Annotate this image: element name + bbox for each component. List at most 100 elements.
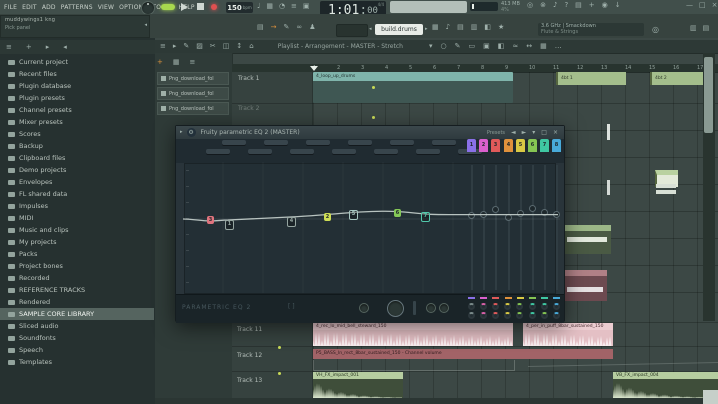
grid-icon[interactable]: ▣ bbox=[483, 43, 490, 50]
eq-band-slider-track[interactable] bbox=[508, 165, 510, 290]
countdown-icon[interactable]: ◔ bbox=[279, 3, 285, 10]
eq-band-marker-1[interactable]: 1 bbox=[225, 220, 234, 230]
eq-band-slider-knob[interactable] bbox=[553, 211, 560, 218]
browser-item-templates[interactable]: Templates bbox=[0, 356, 154, 368]
eq-band-tab-1[interactable]: 1 bbox=[467, 139, 476, 152]
plugin-detach-icon[interactable]: □ bbox=[541, 130, 547, 136]
eq-band-slider-track[interactable] bbox=[544, 165, 546, 290]
browser-item-speech[interactable]: Speech bbox=[0, 344, 154, 356]
track-header-12[interactable]: Track 12 bbox=[237, 353, 262, 360]
eq-band-q-knob[interactable] bbox=[480, 312, 487, 319]
plugin-picker-icon[interactable]: ★ bbox=[498, 24, 504, 31]
browser-item-channel-presets[interactable]: Channel presets bbox=[0, 104, 154, 116]
playlist-toggle-icon[interactable]: ▦ bbox=[432, 24, 439, 31]
automation-region[interactable] bbox=[313, 360, 515, 371]
eq-band-q-knob[interactable] bbox=[516, 312, 523, 319]
eq-band-order-slider[interactable] bbox=[413, 301, 416, 315]
smooth-icon[interactable]: ≈ bbox=[512, 43, 518, 50]
eq-band-slider-track[interactable] bbox=[483, 165, 485, 290]
channel-rack-toggle-icon[interactable]: ▤ bbox=[457, 24, 464, 31]
audio-clip[interactable]: 4_rec_lo_mid_bell_steward_150 bbox=[313, 323, 513, 346]
eq-band-q-knob[interactable] bbox=[541, 312, 548, 319]
eq-band-slider-knob[interactable] bbox=[492, 206, 499, 213]
eq-band-slider-knob[interactable] bbox=[468, 212, 475, 219]
pencil-icon[interactable]: ✎ bbox=[455, 43, 461, 50]
preview-spinner-icon[interactable]: ◂ bbox=[144, 23, 147, 28]
pattern-clip[interactable]: 4bt 1 bbox=[556, 72, 626, 85]
preset-next-icon[interactable]: ► bbox=[522, 130, 527, 136]
zoom-tool-icon[interactable]: ↕ bbox=[236, 43, 242, 50]
plugin-menu-icon[interactable]: ▾ bbox=[532, 130, 535, 136]
eq-band-slider-track[interactable] bbox=[556, 165, 558, 290]
eq-band-q-knob[interactable] bbox=[468, 312, 475, 319]
audio-clip[interactable]: VH_FX_impact_001 bbox=[313, 372, 403, 398]
add-icon[interactable]: + bbox=[589, 2, 595, 9]
browser-collapse-icon[interactable]: ▸ bbox=[46, 44, 50, 51]
browser-item-music-and-clips[interactable]: Music and clips bbox=[0, 224, 154, 236]
eq-display[interactable] bbox=[184, 163, 556, 294]
plugin-close-icon[interactable]: × bbox=[553, 130, 558, 136]
playlist-menu-icon[interactable]: ≡ bbox=[160, 43, 166, 50]
eq-band-tab-4[interactable]: 4 bbox=[504, 139, 513, 152]
eq-band-tab-2[interactable]: 2 bbox=[479, 139, 488, 152]
track-mute-led[interactable] bbox=[278, 346, 281, 349]
eq-band-width-pill[interactable] bbox=[416, 149, 440, 154]
browser-menu-icon[interactable]: ≡ bbox=[6, 44, 12, 51]
save-icon[interactable]: ▤ bbox=[257, 24, 264, 31]
browser-item-plugin-database[interactable]: Plugin database bbox=[0, 80, 154, 92]
draw-tool-icon[interactable]: ▸ bbox=[173, 43, 177, 50]
eq-band-type-pill[interactable] bbox=[222, 140, 246, 145]
snap-icon[interactable]: ▾ bbox=[429, 43, 433, 50]
eq-band-slider-track[interactable] bbox=[495, 165, 497, 290]
eq-band-type-pill[interactable] bbox=[348, 140, 372, 145]
track-mute-led[interactable] bbox=[372, 86, 375, 89]
playlist-position-slider[interactable] bbox=[470, 2, 498, 11]
browser-item-recent-files[interactable]: Recent files bbox=[0, 68, 154, 80]
eq-band-type-pill[interactable] bbox=[306, 140, 330, 145]
browser-item-fl-shared-data[interactable]: FL shared data bbox=[0, 188, 154, 200]
wait-input-icon[interactable]: ▦ bbox=[266, 3, 273, 10]
eq-bracket-icon[interactable]: [ ] bbox=[288, 304, 295, 310]
playhead-marker[interactable] bbox=[310, 66, 318, 71]
eq-band-slider-knob[interactable] bbox=[517, 210, 524, 217]
delete-tool-icon[interactable]: ▨ bbox=[196, 43, 203, 50]
help-icon[interactable]: ? bbox=[564, 2, 568, 9]
eq-band-slider-track[interactable] bbox=[471, 165, 473, 290]
track-header-1[interactable]: Track 1 bbox=[238, 76, 259, 83]
blend-notes-icon[interactable]: ≡ bbox=[291, 3, 297, 10]
pattern-next-icon[interactable]: ▸ bbox=[425, 27, 428, 32]
mixer-toggle-icon[interactable]: ▥ bbox=[471, 24, 478, 31]
eq-band-tab-6[interactable]: 6 bbox=[528, 139, 537, 152]
slice-tool-icon[interactable]: ✂ bbox=[210, 43, 216, 50]
track-mute-led[interactable] bbox=[278, 372, 281, 375]
eq-band-marker-2[interactable]: 2 bbox=[324, 213, 331, 221]
browser-back-icon[interactable]: ◂ bbox=[63, 44, 67, 51]
close-button[interactable]: × bbox=[712, 2, 718, 9]
panel-icon-a[interactable]: ▥ bbox=[690, 25, 697, 32]
panel-icon-b[interactable]: ▤ bbox=[703, 25, 710, 32]
eq-main-level-knob[interactable] bbox=[387, 300, 404, 317]
eq-band-width-pill[interactable] bbox=[290, 149, 314, 154]
minimize-button[interactable]: — bbox=[686, 2, 693, 9]
tempo-display[interactable]: 150 bpm bbox=[226, 2, 253, 13]
auto-close-icon[interactable]: ⊗ bbox=[540, 2, 546, 9]
export-icon[interactable]: → bbox=[271, 24, 277, 31]
eq-band-slider-knob[interactable] bbox=[541, 209, 548, 216]
playlist-titlebar[interactable]: ≡▸✎▨✂◫↕⌂ Playlist - Arrangement - MASTER… bbox=[155, 40, 718, 54]
audio-clip[interactable]: 4_per_in_puff_8bar_sustained_150 bbox=[523, 323, 613, 346]
plugin-icon[interactable]: ♟ bbox=[309, 24, 315, 31]
main-volume-knob[interactable] bbox=[141, 1, 155, 15]
record-blend-icon[interactable]: ◉ bbox=[602, 2, 608, 9]
partial-clip-green[interactable] bbox=[565, 225, 611, 254]
center-playback-icon[interactable]: ▤ bbox=[575, 2, 582, 9]
browser-item-reference-tracks[interactable]: REFERENCE TRACKS bbox=[0, 284, 154, 296]
browser-item-clipboard-files[interactable]: Clipboard files bbox=[0, 152, 154, 164]
eq-band-slider-knob[interactable] bbox=[480, 211, 487, 218]
browser-item-impulses[interactable]: Impulses bbox=[0, 200, 154, 212]
eq-band-gain-knob[interactable] bbox=[468, 303, 475, 310]
menu-item-view[interactable]: VIEW bbox=[98, 4, 114, 11]
stretch-icon[interactable]: ↔ bbox=[526, 43, 532, 50]
piano-roll-toggle-icon[interactable]: ♪ bbox=[446, 24, 450, 31]
eq-mix-knob[interactable] bbox=[439, 303, 449, 313]
play-button[interactable] bbox=[181, 3, 188, 11]
